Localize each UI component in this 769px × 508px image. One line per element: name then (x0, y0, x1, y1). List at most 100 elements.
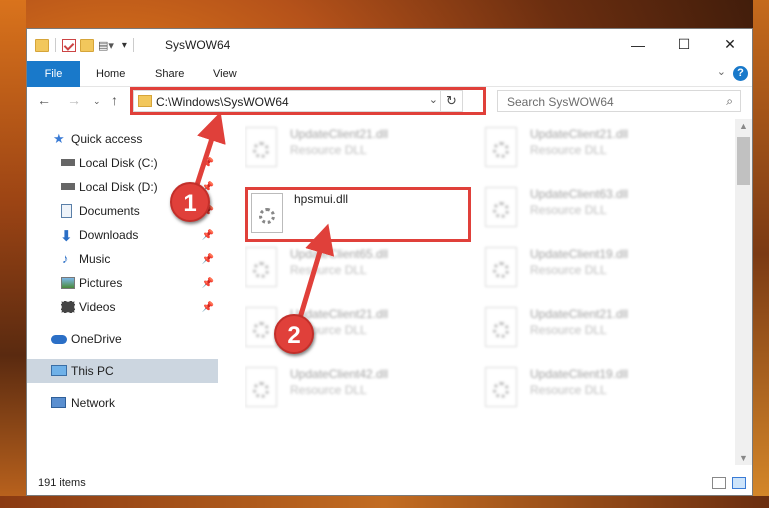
pin-icon[interactable]: 📌 (202, 302, 214, 313)
file-name: UpdateClient21.dll (530, 307, 629, 321)
file-item[interactable]: UpdateClient42.dll Resource DLL (245, 367, 475, 427)
close-button[interactable]: ✕ (707, 29, 753, 60)
separator (132, 38, 134, 52)
title-bar: ▤▾ ▾ SysWOW64 — ☐ ✕ (27, 29, 752, 61)
onedrive-icon (51, 335, 67, 344)
file-item[interactable]: UpdateClient65.dll Resource DLL (245, 247, 475, 307)
drive-icon (61, 159, 75, 166)
sidebar-item-label: Videos (79, 300, 116, 314)
file-name: UpdateClient21.dll (530, 127, 629, 141)
customize-toolbar-icon[interactable]: ▤▾ (98, 39, 114, 52)
window-title: SysWOW64 (165, 38, 231, 52)
new-folder-icon[interactable] (80, 38, 94, 52)
vertical-scrollbar[interactable]: ▲ ▼ (735, 119, 752, 465)
file-item[interactable]: UpdateClient21.dll Resource DLL (485, 307, 715, 367)
sidebar-item-this-pc[interactable]: This PC (27, 359, 218, 383)
star-icon: ★ (53, 131, 65, 146)
tab-share[interactable]: Share (141, 61, 198, 87)
search-input[interactable]: Search SysWOW64 ⌕ (497, 90, 741, 112)
pin-icon[interactable]: 📌 (202, 254, 214, 265)
scroll-up-icon[interactable]: ▲ (739, 121, 748, 131)
view-switcher (712, 477, 746, 489)
annotation-badge-1: 1 (170, 182, 210, 222)
search-icon: ⌕ (726, 94, 733, 108)
file-type: Resource DLL (530, 263, 607, 277)
file-type: Resource DLL (290, 263, 367, 277)
desktop-wallpaper-right (753, 0, 769, 508)
dll-file-icon (245, 247, 277, 287)
dll-file-icon (485, 367, 517, 407)
details-view-icon[interactable] (712, 477, 726, 489)
item-count: 191 items (38, 477, 86, 489)
navigation-bar: ← → ⌄ ↑ C:\Windows\SysWOW64 ⌄ ↻ Search S… (27, 87, 752, 117)
back-arrow-icon[interactable]: ← (37, 92, 51, 108)
file-item[interactable]: UpdateClient21.dll Resource DLL (485, 127, 715, 187)
forward-arrow-icon[interactable]: → (67, 92, 81, 108)
ribbon-tabs: File Home Share View ⌄ ? (27, 61, 752, 87)
file-type: Resource DLL (530, 203, 607, 217)
recent-locations-icon[interactable]: ⌄ (93, 96, 101, 107)
pin-icon[interactable]: 📌 (202, 158, 214, 169)
file-list: UpdateClient21.dll Resource DLL UpdateCl… (245, 121, 737, 465)
dll-file-icon (245, 367, 277, 407)
maximize-button[interactable]: ☐ (661, 29, 707, 60)
file-item[interactable]: UpdateClient63.dll Resource DLL (485, 187, 715, 247)
scroll-thumb[interactable] (737, 137, 750, 185)
sidebar-item-label: Quick access (71, 132, 143, 146)
sidebar-item-label: Music (79, 252, 111, 266)
file-type: Resource DLL (290, 143, 367, 157)
dll-file-icon (245, 127, 277, 167)
file-type: Resource DLL (290, 383, 367, 397)
computer-icon (51, 365, 67, 376)
sidebar-item-label: Local Disk (C:) (79, 156, 158, 170)
sidebar-item-quick-access[interactable]: ★ Quick access (27, 127, 218, 151)
sidebar-item-local-disk-c[interactable]: Local Disk (C:) 📌 (27, 151, 218, 175)
sidebar-item-pictures[interactable]: Pictures 📌 (27, 271, 218, 295)
toolbar-dropdown-icon[interactable]: ▾ (122, 40, 127, 51)
sidebar-item-downloads[interactable]: ⬇ Downloads 📌 (27, 223, 218, 247)
file-name: UpdateClient21.dll (290, 127, 389, 141)
pictures-icon (61, 277, 75, 289)
file-type: Resource DLL (530, 383, 607, 397)
pin-icon[interactable]: 📌 (202, 278, 214, 289)
scroll-down-icon[interactable]: ▼ (739, 453, 748, 463)
navigation-pane: ★ Quick access Local Disk (C:) 📌 Local D… (27, 125, 219, 461)
address-highlight-box (130, 87, 486, 115)
status-bar: 191 items (27, 474, 752, 496)
explorer-window: ▤▾ ▾ SysWOW64 — ☐ ✕ File Home Share View… (26, 28, 753, 496)
pin-icon[interactable]: 📌 (202, 230, 214, 241)
sidebar-item-videos[interactable]: Videos 📌 (27, 295, 218, 319)
sidebar-item-onedrive[interactable]: OneDrive (27, 327, 218, 351)
properties-icon[interactable] (62, 38, 76, 52)
expand-ribbon-icon[interactable]: ⌄ (717, 65, 726, 78)
videos-icon (61, 301, 75, 313)
tiles-view-icon[interactable] (732, 477, 746, 489)
file-type: Resource DLL (530, 143, 607, 157)
file-item[interactable]: UpdateClient21.dll Resource DLL (245, 127, 475, 187)
tab-file[interactable]: File (27, 61, 80, 87)
folder-icon[interactable] (35, 38, 49, 52)
tab-view[interactable]: View (199, 61, 251, 87)
separator (55, 38, 56, 52)
file-item[interactable]: UpdateClient19.dll Resource DLL (485, 247, 715, 307)
file-type: Resource DLL (530, 323, 607, 337)
minimize-button[interactable]: — (615, 29, 661, 60)
help-icon[interactable]: ? (733, 66, 748, 81)
sidebar-item-label: Downloads (79, 228, 139, 242)
dll-file-icon (245, 307, 277, 347)
file-name: UpdateClient65.dll (290, 247, 389, 261)
drive-icon (61, 183, 75, 190)
sidebar-item-label: OneDrive (71, 332, 122, 346)
file-highlight-box (245, 187, 471, 242)
up-arrow-icon[interactable]: ↑ (111, 92, 118, 108)
file-item[interactable]: UpdateClient19.dll Resource DLL (485, 367, 715, 427)
quick-access-toolbar: ▤▾ ▾ (35, 38, 136, 52)
desktop-wallpaper-bottom (0, 496, 769, 508)
tab-home[interactable]: Home (82, 61, 139, 87)
file-name: UpdateClient42.dll (290, 367, 389, 381)
sidebar-item-music[interactable]: ♪ Music 📌 (27, 247, 218, 271)
sidebar-item-network[interactable]: Network (27, 391, 218, 415)
sidebar-item-label: Network (71, 396, 116, 410)
dll-file-icon (485, 187, 517, 227)
file-name: UpdateClient19.dll (530, 367, 629, 381)
